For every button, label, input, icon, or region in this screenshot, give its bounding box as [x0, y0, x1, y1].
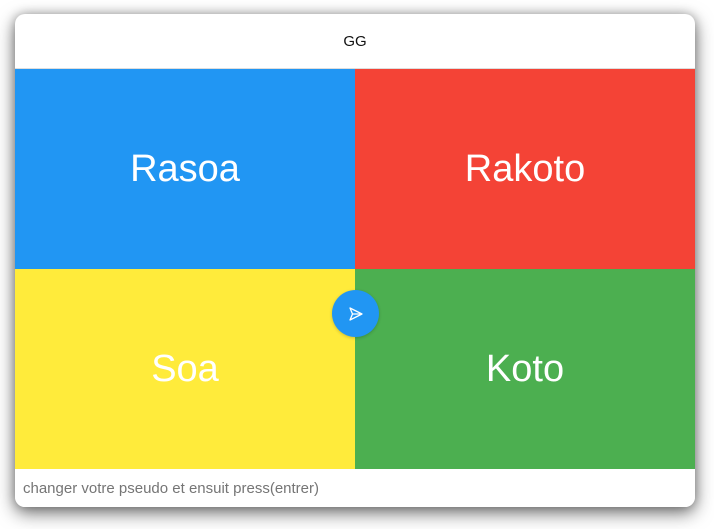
tile-label: Rasoa: [130, 147, 240, 190]
header: GG: [15, 14, 695, 69]
game-card: GG Rasoa Rakoto Soa Koto: [15, 14, 695, 507]
tile-grid: Rasoa Rakoto Soa Koto: [15, 69, 695, 469]
pseudo-input[interactable]: [15, 469, 695, 507]
tile-rasoa[interactable]: Rasoa: [15, 69, 355, 269]
send-button[interactable]: [332, 290, 379, 337]
tile-label: Soa: [151, 347, 219, 390]
tile-koto[interactable]: Koto: [355, 269, 695, 469]
page-title: GG: [343, 32, 367, 50]
tile-label: Koto: [485, 347, 565, 390]
tile-label: Rakoto: [464, 147, 586, 190]
send-icon: [348, 306, 364, 322]
tile-rakoto[interactable]: Rakoto: [355, 69, 695, 269]
tile-soa[interactable]: Soa: [15, 269, 355, 469]
